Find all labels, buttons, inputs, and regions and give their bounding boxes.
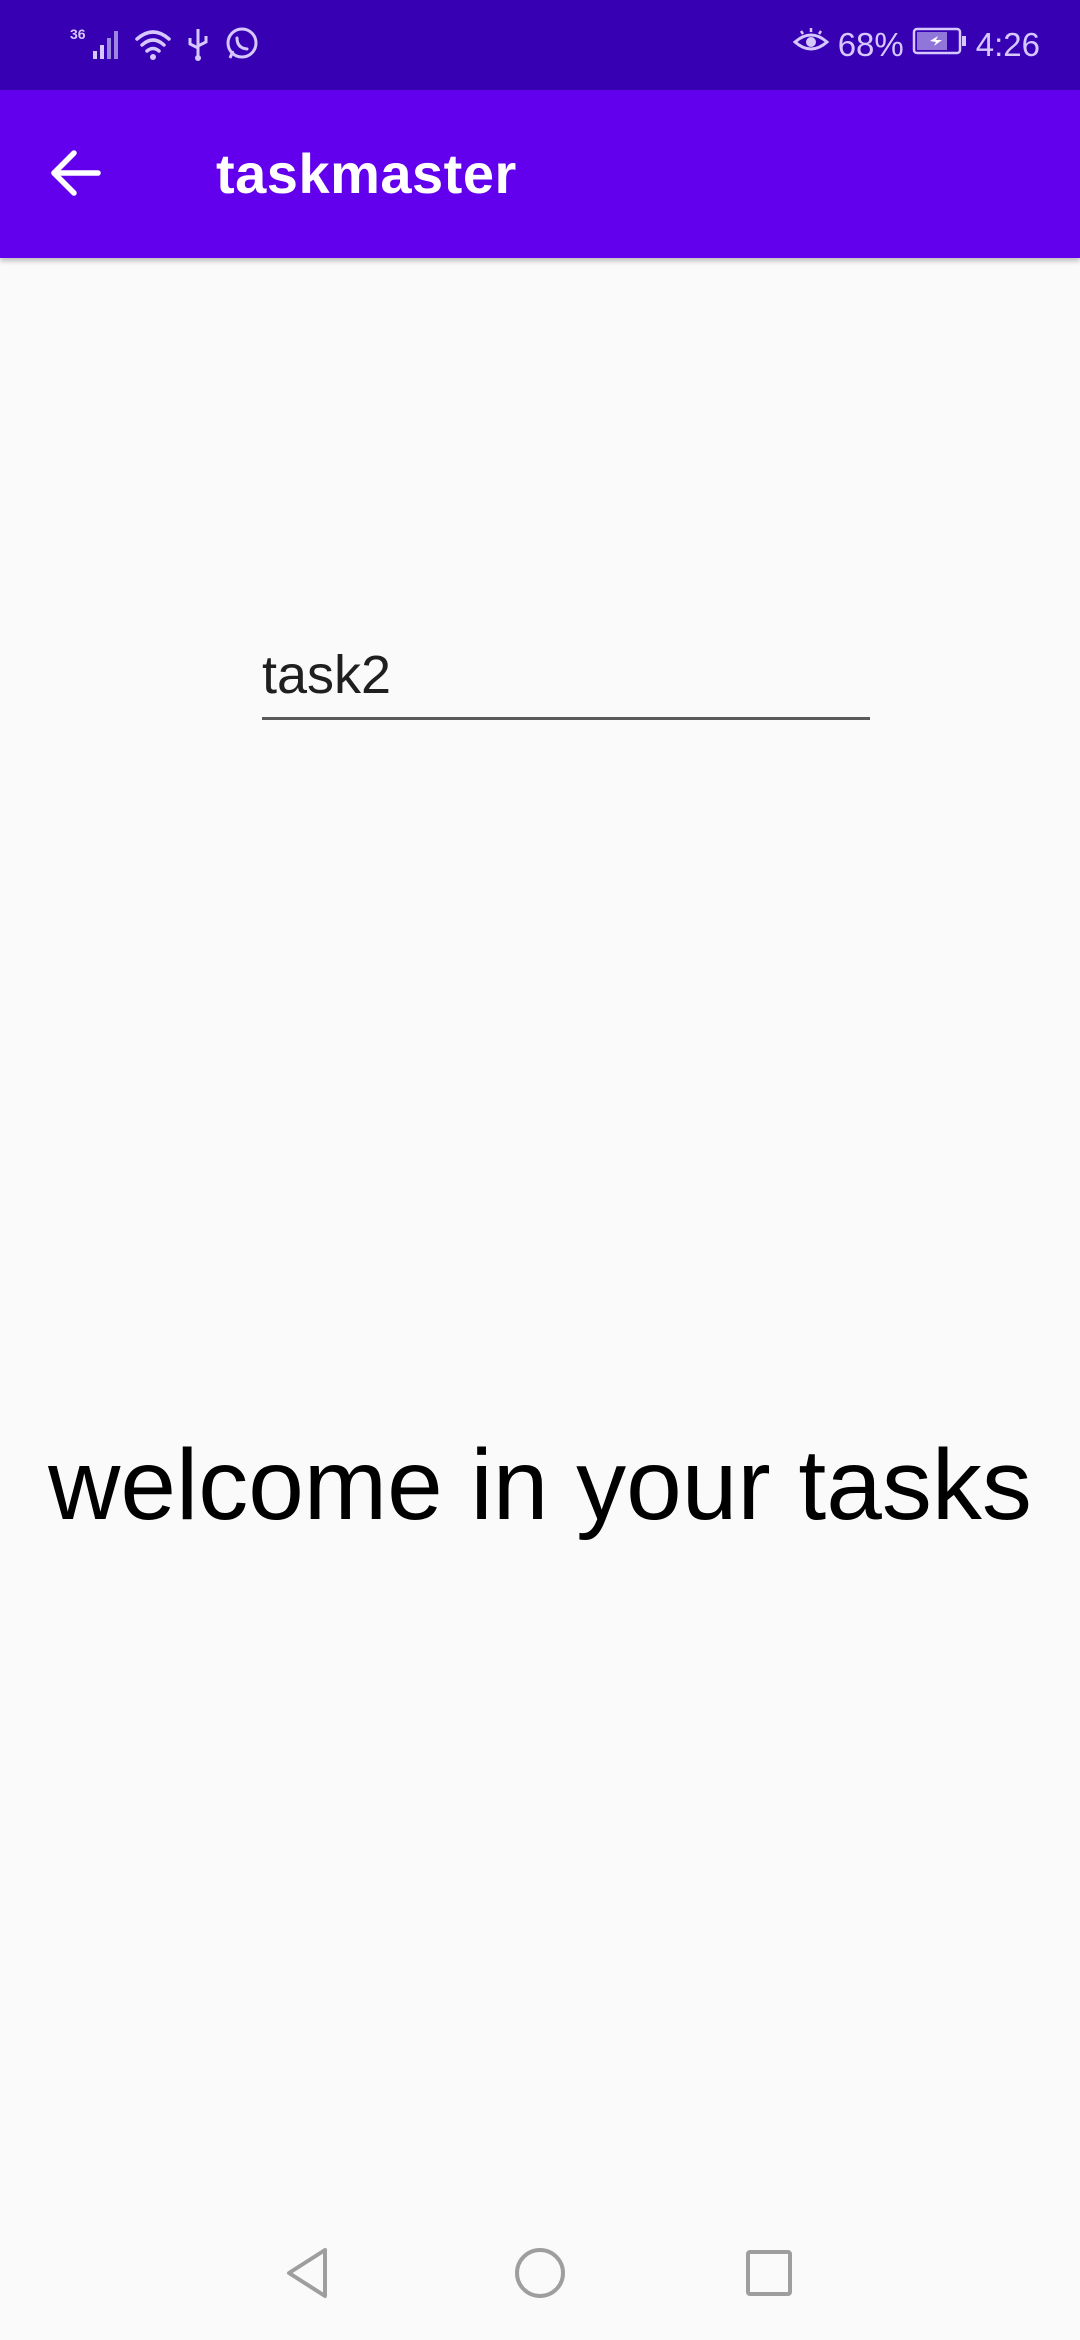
- signal-icon: [92, 27, 120, 66]
- arrow-left-icon: [48, 149, 102, 202]
- back-button[interactable]: [40, 140, 110, 210]
- usb-icon: [186, 26, 210, 67]
- wifi-icon: [134, 27, 172, 66]
- nav-home-button[interactable]: [495, 2230, 585, 2320]
- welcome-message: welcome in your tasks: [48, 1429, 1032, 1541]
- system-nav-bar: [0, 2210, 1080, 2340]
- whatsapp-icon: [224, 26, 260, 67]
- nav-back-button[interactable]: [263, 2230, 353, 2320]
- task-input-container: [262, 632, 870, 722]
- nav-recents-button[interactable]: [724, 2230, 814, 2320]
- network-type-label: 36: [70, 26, 86, 42]
- status-bar-right: 68% 4:26: [792, 22, 1040, 68]
- battery-percent: 68%: [837, 26, 904, 63]
- clock-time: 4:26: [975, 26, 1040, 63]
- home-circle-icon: [512, 2245, 568, 2306]
- back-triangle-icon: [281, 2244, 335, 2307]
- recents-square-icon: [743, 2247, 795, 2304]
- status-bar: 36 68% 4:26: [0, 0, 1080, 90]
- status-bar-left: 36: [70, 24, 260, 68]
- eye-comfort-icon: [792, 22, 830, 68]
- battery-icon: [912, 22, 968, 68]
- app-bar: taskmaster: [0, 90, 1080, 258]
- app-title: taskmaster: [216, 142, 517, 205]
- screen: 36 68% 4:26 taskmaster task2 welcome in …: [0, 0, 1080, 2340]
- task-input[interactable]: [262, 632, 870, 720]
